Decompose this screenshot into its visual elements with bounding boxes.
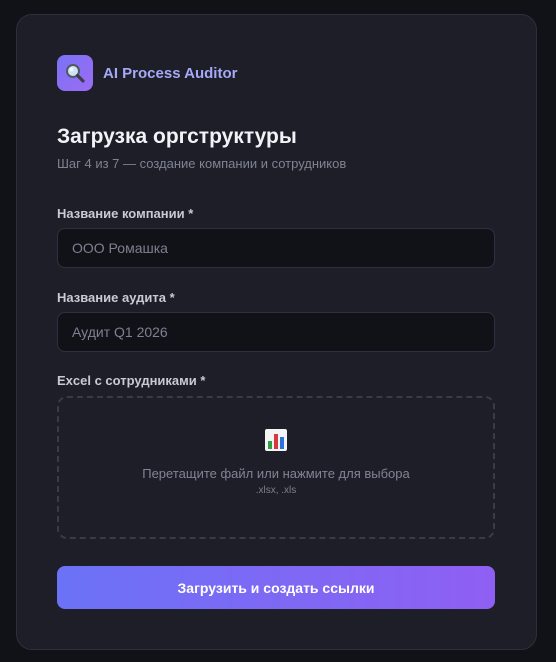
brand-name: AI Process Auditor bbox=[103, 64, 238, 82]
bar-chart-icon bbox=[265, 429, 287, 451]
upload-card: AI Process Auditor Загрузка оргструктуры… bbox=[16, 14, 537, 650]
excel-dropzone[interactable]: Перетащите файл или нажмите для выбора .… bbox=[57, 396, 495, 539]
audit-name-input[interactable] bbox=[57, 312, 495, 352]
audit-name-label: Название аудита * bbox=[57, 290, 175, 305]
company-name-label: Название компании * bbox=[57, 206, 194, 221]
upload-submit-button[interactable]: Загрузить и создать ссылки bbox=[57, 566, 495, 609]
dropzone-text: Перетащите файл или нажмите для выбора bbox=[142, 466, 410, 481]
brand-logo bbox=[57, 55, 93, 91]
page-subtitle: Шаг 4 из 7 — создание компании и сотрудн… bbox=[57, 156, 347, 171]
magnifier-icon bbox=[66, 64, 85, 83]
page-title: Загрузка оргструктуры bbox=[57, 125, 297, 148]
dropzone-hint: .xlsx, .xls bbox=[255, 485, 297, 496]
company-name-input[interactable] bbox=[57, 228, 495, 268]
excel-file-label: Excel с сотрудниками * bbox=[57, 373, 206, 388]
brand: AI Process Auditor bbox=[57, 55, 237, 91]
